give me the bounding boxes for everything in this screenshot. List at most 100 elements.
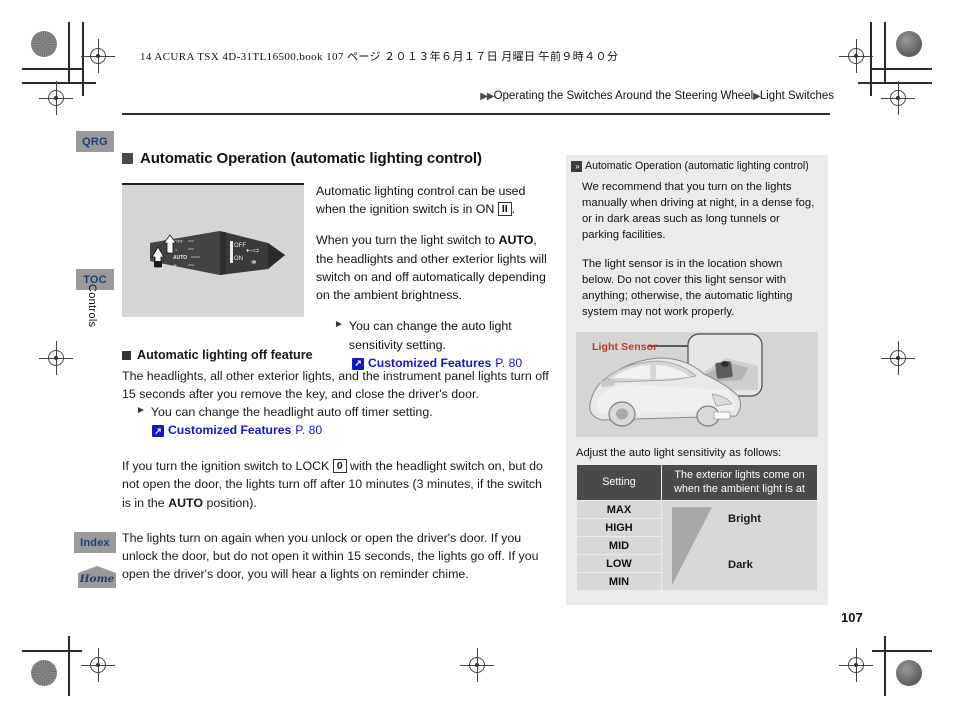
intro-p2-bold: AUTO: [498, 233, 534, 248]
brightness-wedge-icon: [672, 507, 712, 586]
sensitivity-table: Setting The exterior lights come on when…: [576, 464, 818, 592]
reg-mark-bottom-center: [460, 648, 494, 682]
side-note-title: Automatic Operation (automatic lighting …: [585, 160, 809, 172]
side-note-panel: » Automatic Operation (automatic lightin…: [566, 155, 828, 605]
subsection-title: Automatic lighting off feature: [122, 346, 550, 365]
setting-min: MIN: [576, 572, 662, 592]
breadcrumb-chevron-icon: ▶▶: [480, 91, 494, 102]
reg-mark-bottom-left: [81, 648, 115, 682]
link-customized-features-2[interactable]: ↗ Customized Features P. 80: [122, 422, 550, 440]
vertical-chapter-label: Controls: [86, 284, 98, 328]
crop-line-tl-v2: [82, 22, 84, 96]
crop-line-tr-v: [884, 22, 886, 82]
crop-line-tr-v2: [870, 22, 872, 96]
registration-blob-tl: [31, 31, 57, 57]
paragraph-lighting-off: The headlights, all other exterior light…: [122, 368, 549, 401]
page-number: 107: [841, 610, 863, 625]
side-paragraph-1: We recommend that you turn on the lights…: [582, 181, 815, 242]
breadcrumb-separator-icon: ▶: [753, 91, 761, 102]
setting-high: HIGH: [576, 518, 662, 538]
reg-mark-left-mid: [39, 81, 73, 115]
crop-line-tr-h2: [858, 82, 932, 84]
paragraph-auto: When you turn the light switch to AUTO, …: [316, 231, 550, 304]
breadcrumb: ▶▶Operating the Switches Around the Stee…: [480, 90, 834, 102]
sidebar-tab-index[interactable]: Index: [74, 532, 116, 553]
svg-text:OFF: OFF: [234, 243, 246, 249]
light-sensor-label: Light Sensor: [592, 341, 658, 354]
svg-text:⇠⇨: ⇠⇨: [246, 246, 260, 255]
crop-line-br-h: [872, 650, 932, 652]
brightness-scale-cell: Bright Dark: [661, 500, 818, 592]
lock-text-bold: AUTO: [168, 495, 204, 510]
jump-link-icon-2: ↗: [152, 425, 164, 438]
subsection-title-text: Automatic lighting off feature: [137, 348, 313, 362]
side-note-header: » Automatic Operation (automatic lightin…: [566, 155, 828, 172]
link-page-2: P. 80: [295, 423, 323, 438]
reg-mark-top-right: [839, 39, 873, 73]
lock-text-a: If you turn the ignition switch to LOCK: [122, 459, 333, 474]
svg-text:AUTO: AUTO: [173, 255, 187, 261]
main-content: Automatic Operation (automatic lighting …: [122, 150, 550, 581]
reg-mark-bottom-right: [839, 648, 873, 682]
intro-p2-text-a: When you turn the light switch to: [316, 233, 499, 248]
crop-line-tl-v: [68, 22, 70, 82]
registration-blob-br: [896, 660, 922, 686]
reg-mark-left-center: [39, 341, 73, 375]
registration-blob-bl: [31, 660, 57, 686]
crop-line-tr-h: [872, 68, 932, 70]
registration-blob-tr: [896, 31, 922, 57]
triangle-bullet-icon-2: ►: [136, 404, 146, 416]
svg-text:ON: ON: [234, 256, 243, 262]
crop-line-tl-h2: [22, 82, 96, 84]
paragraph-reminder: The lights turn on again when you unlock…: [122, 530, 539, 582]
svg-text:☼: ☼: [174, 247, 178, 252]
intro-paragraphs: Automatic lighting control can be used w…: [316, 182, 550, 373]
table-row: MAX Bright Dark: [576, 500, 818, 592]
crop-line-tl-h: [22, 68, 82, 70]
crop-line-bl-h: [22, 650, 82, 652]
breadcrumb-item-2[interactable]: Light Switches: [760, 90, 834, 102]
page-title: Automatic Operation (automatic lighting …: [122, 150, 550, 167]
light-sensor-figure: Light Sensor: [576, 332, 818, 438]
link-label-2: Customized Features: [168, 423, 292, 438]
breadcrumb-item-1[interactable]: Operating the Switches Around the Steeri…: [494, 90, 754, 102]
table-header-description: The exterior lights come on when the amb…: [661, 464, 818, 502]
home-button[interactable]: Home: [78, 566, 116, 588]
page-title-text: Automatic Operation (automatic lighting …: [140, 150, 482, 167]
table-header-row: Setting The exterior lights come on when…: [576, 464, 818, 502]
turn-signal-stalk-illustration: OFF ON OFF ☼ AUTO ☀ ⚭ ⇠⇨: [150, 231, 285, 275]
label-dark: Dark: [728, 559, 753, 572]
setting-mid: MID: [576, 536, 662, 556]
book-metadata-line: 14 ACURA TSX 4D-31TL16500.book 107 ページ ２…: [140, 51, 619, 63]
light-switch-figure: OFF ON OFF ☼ AUTO ☀ ⚭ ⇠⇨: [122, 183, 304, 317]
ignition-on-key-icon: II: [497, 202, 512, 217]
reg-mark-top-left: [81, 39, 115, 73]
adjust-instruction: Adjust the auto light sensitivity as fol…: [576, 447, 782, 460]
section-square-icon: [122, 153, 133, 164]
home-button-label: Home: [79, 572, 115, 585]
bullet-timer: ► You can change the headlight auto off …: [122, 403, 550, 421]
header-divider: [122, 113, 830, 115]
double-chevron-icon: »: [571, 161, 582, 172]
intro-p1-text-a: Automatic lighting control can be used w…: [316, 184, 526, 217]
intro-p1-text-b: .: [511, 202, 516, 217]
label-bright: Bright: [728, 513, 761, 526]
paragraph-ignition: Automatic lighting control can be used w…: [316, 182, 550, 218]
paragraph-lock: If you turn the ignition switch to LOCK …: [122, 457, 550, 512]
reg-mark-right-mid: [881, 81, 915, 115]
side-note-body: We recommend that you turn on the lights…: [566, 172, 828, 320]
bullet-timer-text: You can change the headlight auto off ti…: [150, 404, 433, 419]
side-paragraph-2: The light sensor is in the location show…: [582, 257, 793, 318]
reg-mark-right-center: [881, 341, 915, 375]
crop-line-bl-v: [68, 636, 70, 696]
setting-low: LOW: [576, 554, 662, 574]
manual-page: 14 ACURA TSX 4D-31TL16500.book 107 ページ ２…: [0, 0, 954, 718]
setting-max: MAX: [576, 500, 662, 520]
sidebar-tab-qrg[interactable]: QRG: [76, 131, 114, 152]
lock-text-c: position).: [203, 495, 257, 510]
subsection-square-icon: [122, 350, 131, 360]
table-header-setting: Setting: [576, 464, 662, 502]
svg-text:⚭: ⚭: [250, 257, 258, 267]
